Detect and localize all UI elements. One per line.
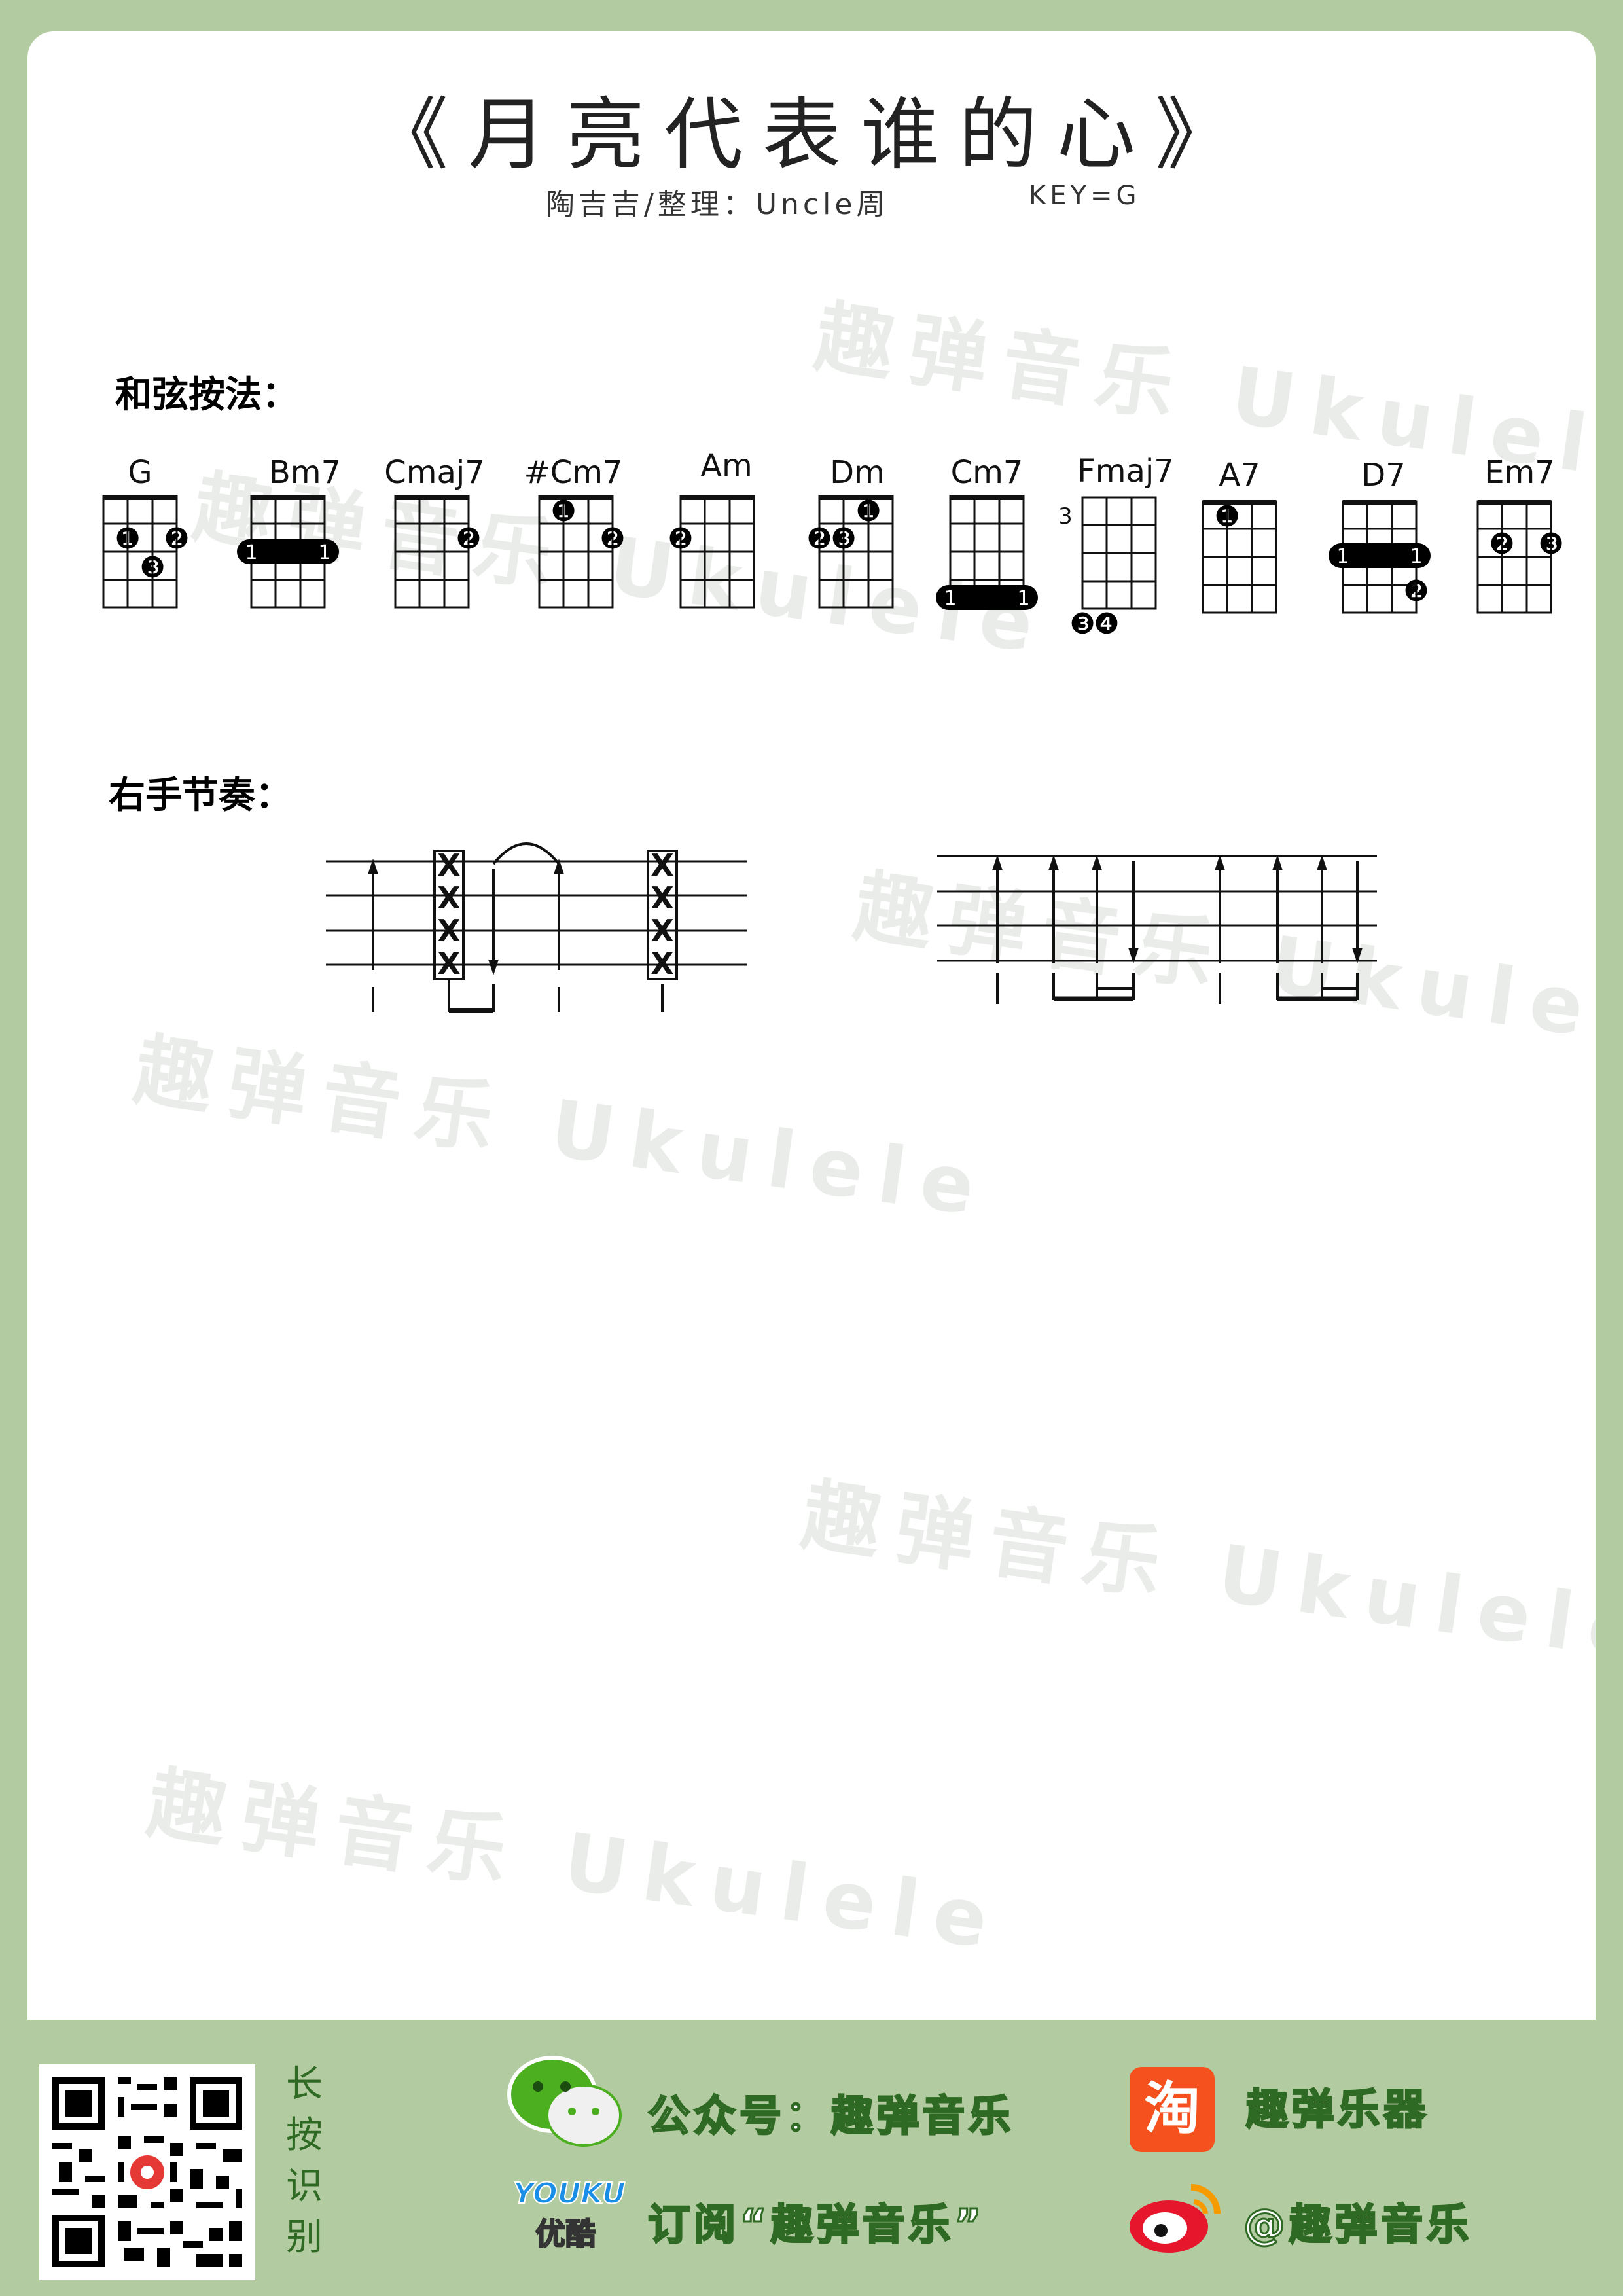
finger-dot: ❷ (668, 522, 693, 556)
barre-finger: 1 (318, 541, 330, 564)
chord-name: G (128, 454, 152, 491)
rhythm-patterns: X X X X X X X X (326, 842, 1377, 1013)
finger-dot: ❶ (550, 495, 576, 528)
finger-dot: ❷ (1403, 575, 1429, 608)
chord-name: Am (700, 448, 753, 484)
chord-name: Em7 (1484, 454, 1555, 491)
chord-name: D7 (1361, 457, 1406, 493)
barre-finger: 1 (1410, 545, 1422, 568)
watermark: 趣弹音乐 Ukulele (142, 1757, 1009, 1968)
chord-diagrams: G Bm7 Cmaj7 #Cm7 Am Dm Cm7 Fmaj7 A7 D7 E… (102, 448, 1564, 641)
finger-dot: ❶ (855, 495, 881, 528)
youku-cn: 优酷 (535, 2215, 596, 2252)
finger-dot: ❸ (830, 522, 856, 556)
mute-mark: X (437, 848, 460, 883)
chord-name: Dm (830, 454, 885, 491)
scan-prompt: 长 按 识 别 (281, 2059, 327, 2263)
youku-logo: YOUKU 优酷 (512, 2176, 626, 2253)
watermark: 趣弹音乐 Ukulele (129, 1024, 996, 1235)
fret-number: 3 (1058, 503, 1073, 529)
chord-name: #Cm7 (524, 454, 622, 491)
watermark: 趣弹音乐 Ukulele (796, 1469, 1596, 1680)
finger-dot: ❷ (1489, 528, 1514, 561)
taobao-store: 趣弹乐器 (1245, 2085, 1429, 2136)
finger-dot: ❹ (1094, 607, 1119, 641)
mute-mark: X (651, 946, 673, 981)
wechat-account: 公众号：趣弹音乐 (647, 2092, 1014, 2142)
wechat-icon (507, 2054, 624, 2155)
finger-dot: ❸ (139, 551, 165, 584)
weibo-icon (1126, 2174, 1230, 2262)
taobao-icon: 淘 (1130, 2067, 1215, 2152)
song-sheet: 《月亮代表谁的心》 陶吉吉/整理：Uncle周 KEY=G 趣弹音乐 Ukule… (27, 31, 1596, 2020)
qr-code[interactable] (39, 2064, 255, 2280)
finger-dot: ❶ (1214, 500, 1240, 533)
chord-grid-fmaj7 (1081, 496, 1157, 610)
scan-prompt-char: 识 (286, 2165, 323, 2208)
weibo-account: @趣弹音乐 (1243, 2200, 1472, 2251)
mute-mark: X (651, 913, 673, 948)
barre-finger: 1 (245, 541, 257, 564)
chord-name: Bm7 (269, 454, 341, 491)
scan-prompt-char: 别 (286, 2216, 323, 2259)
youku-wordmark: YOUKU (512, 2176, 626, 2211)
barre-finger: 1 (1336, 545, 1349, 568)
mute-mark: X (437, 913, 460, 948)
scan-prompt-char: 按 (286, 2114, 323, 2157)
chord-name: Cm7 (951, 454, 1024, 491)
mute-mark: X (437, 880, 460, 916)
mute-mark: X (437, 946, 460, 981)
footer-bar: 长 按 识 别 公众号：趣弹音乐 YOUKU 优酷 订阅“趣弹音乐” 淘 趣弹乐… (0, 2020, 1623, 2296)
youku-subscribe: 订阅“趣弹音乐” (647, 2200, 986, 2251)
mute-mark: X (651, 848, 673, 883)
scan-prompt-char: 长 (286, 2063, 323, 2106)
chord-name: Fmaj7 (1077, 453, 1174, 490)
finger-dot: ❷ (599, 522, 625, 556)
finger-dot: ❷ (455, 522, 481, 556)
mute-mark: X (651, 880, 673, 916)
finger-dot: ❶ (115, 522, 140, 556)
finger-dot: ❸ (1538, 528, 1563, 561)
finger-dot: ❸ (1069, 607, 1095, 641)
chord-name: A7 (1219, 457, 1260, 493)
barre-finger: 1 (944, 587, 956, 610)
finger-dot: ❷ (806, 522, 832, 556)
barre-finger: 1 (1017, 587, 1029, 610)
chord-name: Cmaj7 (384, 454, 485, 491)
finger-dot: ❷ (164, 522, 189, 556)
